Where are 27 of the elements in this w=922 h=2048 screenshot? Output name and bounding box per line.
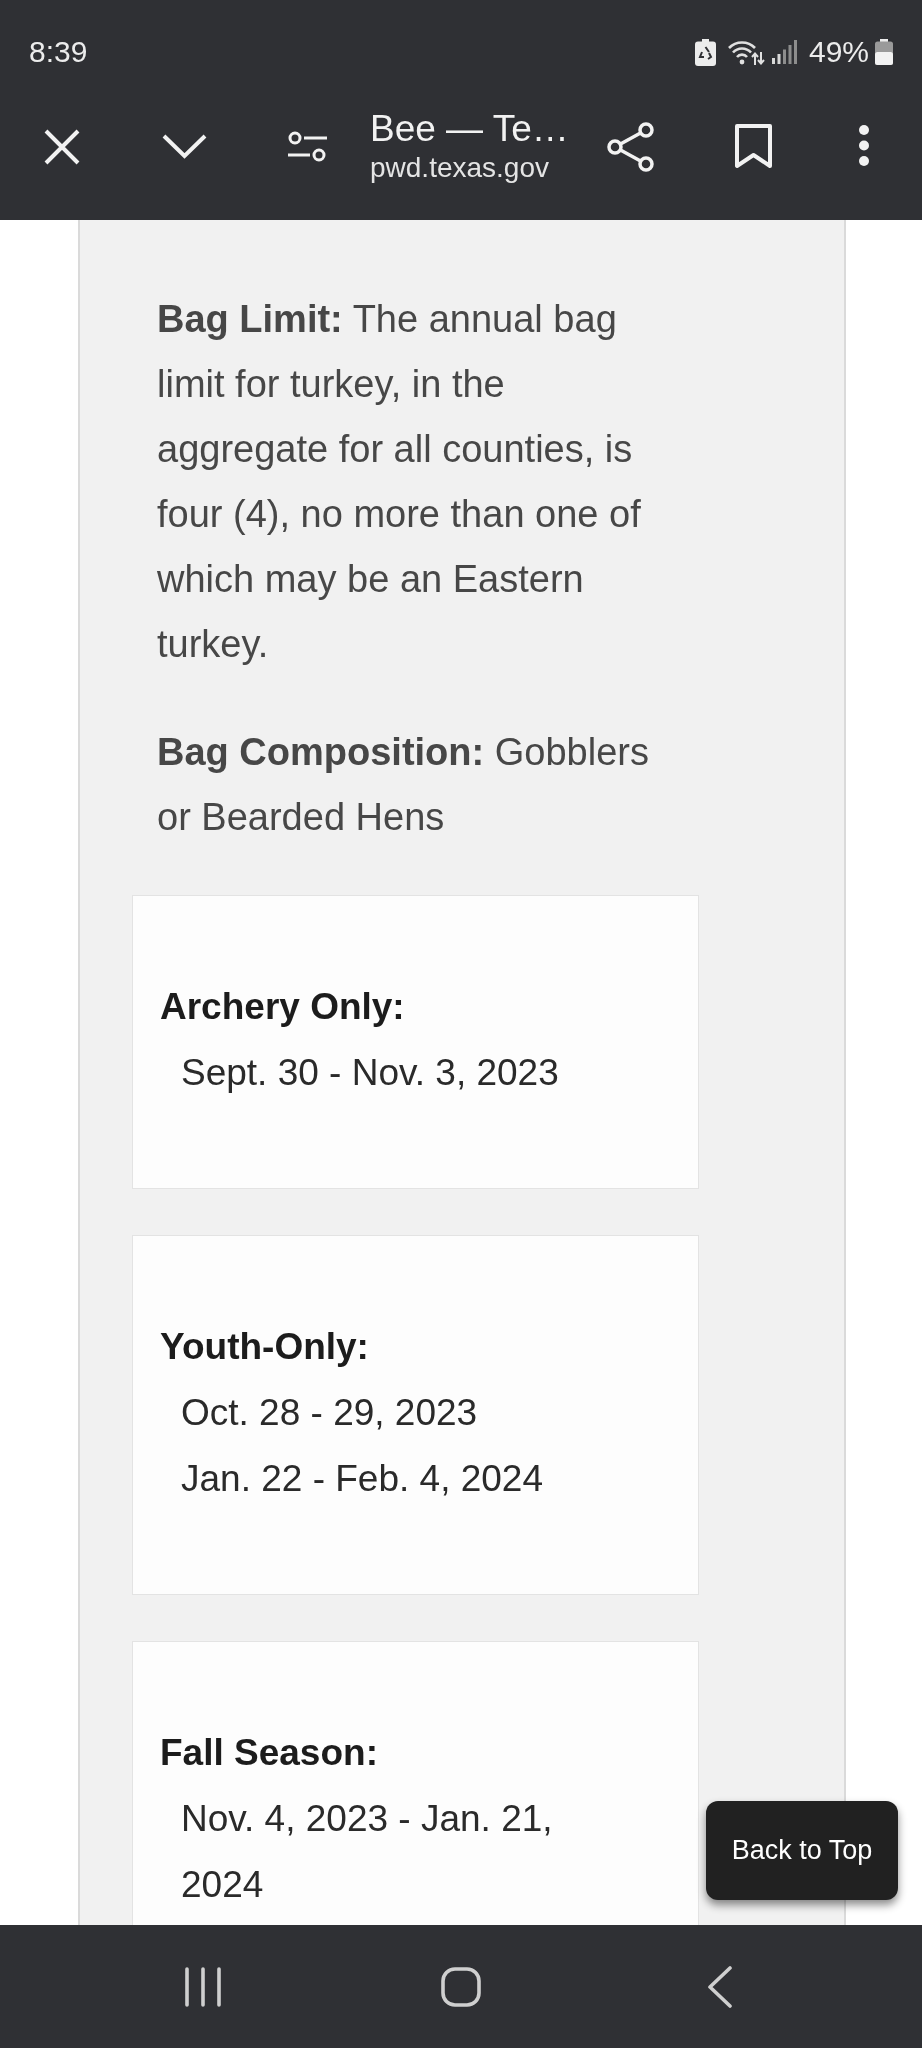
- chevron-down-icon[interactable]: [162, 134, 207, 159]
- season-date: Sept. 30 - Nov. 3, 2023: [181, 1051, 559, 1095]
- home-icon[interactable]: [441, 1966, 481, 2007]
- page-url: pwd.texas.gov: [370, 151, 549, 185]
- battery-icon: [875, 39, 893, 65]
- page-title: Bee — Te…: [370, 107, 569, 151]
- back-to-top-button[interactable]: Back to Top: [706, 1801, 898, 1900]
- share-icon[interactable]: [607, 122, 654, 172]
- season-title: Youth-Only:: [160, 1325, 369, 1369]
- close-icon[interactable]: [44, 129, 80, 165]
- season-date: Jan. 22 - Feb. 4, 2024: [181, 1457, 543, 1501]
- season-date: Nov. 4, 2023 - Jan. 21, 2024: [181, 1797, 554, 1907]
- season-date: Oct. 28 - 29, 2023: [181, 1391, 478, 1435]
- season-title: Fall Season:: [160, 1731, 378, 1775]
- season-title: Archery Only:: [160, 985, 405, 1029]
- battery-percentage: 49%: [808, 34, 869, 70]
- rule-paragraph: Bag Composition: Gobblers or Bearded Hens: [156, 730, 650, 840]
- signal-icon: [771, 40, 797, 64]
- bookmark-icon[interactable]: [735, 124, 772, 169]
- rule-paragraph: Bag Limit: The annual bag limit for turkey, in the aggregate for all counties, is four (4), no more than one of which may be an Eastern turkey.: [156, 297, 642, 667]
- more-options-icon[interactable]: [858, 125, 870, 166]
- battery-recycle-icon: [694, 38, 716, 66]
- wifi-icon: [727, 39, 765, 65]
- back-icon[interactable]: [708, 1965, 732, 2008]
- status-time: 8:39: [29, 34, 88, 70]
- recent-apps-icon[interactable]: [184, 1966, 222, 2007]
- sliders-icon[interactable]: [288, 131, 327, 162]
